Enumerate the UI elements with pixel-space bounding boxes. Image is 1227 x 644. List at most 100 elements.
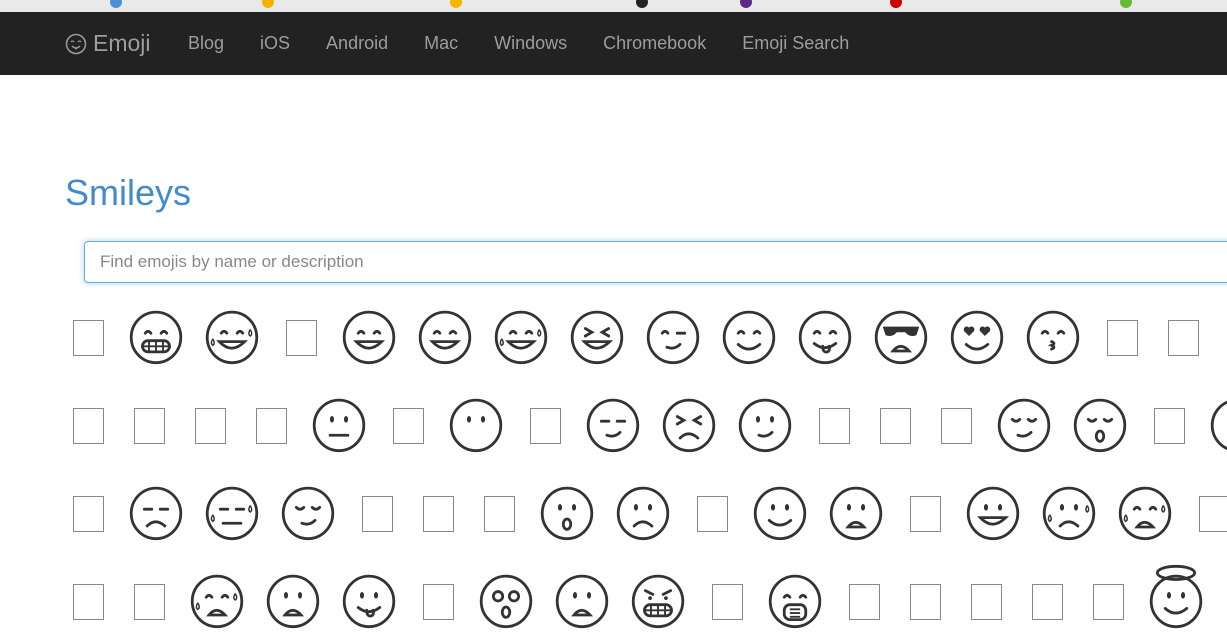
emoji-thinking-up[interactable] (736, 380, 812, 468)
emoji-sleepy[interactable] (1071, 380, 1147, 468)
emoji-kiss[interactable] (1024, 292, 1100, 380)
emoji-sweat-smile[interactable] (492, 292, 568, 380)
missing-glyph-box-icon (530, 408, 561, 444)
emoji-angry-teeth[interactable] (629, 556, 705, 644)
emoji-missing-glyph[interactable] (873, 380, 934, 468)
emoji-missing-glyph[interactable] (690, 468, 751, 556)
emoji-joy[interactable] (203, 292, 279, 380)
sweat-drop-face-icon (1210, 400, 1227, 451)
bookmark-icon[interactable] (1120, 0, 1132, 8)
emoji-sweat-drop[interactable] (1208, 380, 1227, 468)
emoji-unamused[interactable] (127, 468, 203, 556)
pensive-face-icon (281, 486, 335, 541)
emoji-missing-glyph[interactable] (1086, 556, 1147, 644)
emoji-missing-glyph[interactable] (279, 292, 340, 380)
emoji-missing-glyph[interactable] (127, 556, 188, 644)
nav-link-emoji-search[interactable]: Emoji Search (724, 33, 867, 54)
emoji-laughing[interactable] (568, 292, 644, 380)
bookmark-icon[interactable] (450, 0, 462, 8)
emoji-neutral[interactable] (310, 380, 386, 468)
emoji-missing-glyph[interactable] (1100, 292, 1161, 380)
emoji-missing-glyph[interactable] (188, 380, 249, 468)
grin-big-face-icon (966, 486, 1020, 541)
emoji-missing-glyph[interactable] (1025, 556, 1086, 644)
emoji-worried[interactable] (553, 556, 629, 644)
emoji-missing-glyph[interactable] (1147, 380, 1208, 468)
joy-face-icon (205, 310, 259, 365)
emoji-smile[interactable] (720, 292, 796, 380)
brand-link[interactable]: Emoji (65, 12, 151, 75)
missing-glyph-box-icon (697, 496, 728, 532)
emoji-missing-glyph[interactable] (66, 468, 127, 556)
emoji-missing-glyph[interactable] (477, 468, 538, 556)
emoji-dizzy[interactable] (477, 556, 553, 644)
emoji-missing-glyph[interactable] (1161, 292, 1222, 380)
emoji-smirk[interactable] (584, 380, 660, 468)
nav-link-windows[interactable]: Windows (476, 33, 585, 54)
emoji-yum[interactable] (796, 292, 872, 380)
nav-link-chromebook[interactable]: Chromebook (585, 33, 724, 54)
emoji-missing-glyph[interactable] (66, 556, 127, 644)
nav-link-ios[interactable]: iOS (242, 33, 308, 54)
emoji-missing-glyph[interactable] (416, 468, 477, 556)
scream-face-icon (190, 574, 244, 629)
emoji-grin-big[interactable] (964, 468, 1040, 556)
emoji-missing-glyph[interactable] (812, 380, 873, 468)
emoji-scream[interactable] (188, 556, 264, 644)
emoji-halo[interactable] (1147, 556, 1223, 644)
emoji-silly[interactable] (751, 468, 827, 556)
missing-glyph-box-icon (1154, 408, 1185, 444)
emoji-missing-glyph[interactable] (386, 380, 447, 468)
emoji-missing-glyph[interactable] (964, 556, 1025, 644)
emoji-cry[interactable] (1040, 468, 1116, 556)
emoji-missing-glyph[interactable] (903, 468, 964, 556)
angry-teeth-face-icon (631, 574, 685, 629)
emoji-heart-eyes[interactable] (948, 292, 1024, 380)
emoji-missing-glyph[interactable] (842, 556, 903, 644)
emoji-missing-glyph[interactable] (416, 556, 477, 644)
bookmark-icon[interactable] (636, 0, 648, 8)
emoji-no-mouth[interactable] (447, 380, 523, 468)
emoji-missing-glyph[interactable] (523, 380, 584, 468)
bookmark-icon[interactable] (110, 0, 122, 8)
emoji-grin-teeth[interactable] (127, 292, 203, 380)
emoji-pensive[interactable] (279, 468, 355, 556)
emoji-missing-glyph[interactable] (705, 556, 766, 644)
top-navbar: Emoji Blog iOS Android Mac Windows Chrom… (0, 12, 1227, 75)
nav-link-mac[interactable]: Mac (406, 33, 476, 54)
nav-link-android[interactable]: Android (308, 33, 406, 54)
emoji-missing-glyph[interactable] (66, 380, 127, 468)
emoji-fearful[interactable] (264, 556, 340, 644)
missing-glyph-box-icon (256, 408, 287, 444)
emoji-persevere[interactable] (660, 380, 736, 468)
emoji-missing-glyph[interactable] (934, 380, 995, 468)
emoji-frowning[interactable] (614, 468, 690, 556)
emoji-wink[interactable] (644, 292, 720, 380)
open-mouth-face-icon (540, 486, 594, 541)
nav-link-blog[interactable]: Blog (170, 33, 242, 54)
bookmark-icon[interactable] (890, 0, 902, 8)
emoji-missing-glyph[interactable] (127, 380, 188, 468)
emoji-sweat[interactable] (203, 468, 279, 556)
emoji-smile-open[interactable] (340, 292, 416, 380)
emoji-missing-glyph[interactable] (249, 380, 310, 468)
emoji-search-input[interactable] (84, 241, 1227, 283)
emoji-sunglasses[interactable] (872, 292, 948, 380)
emoji-tongue[interactable] (340, 556, 416, 644)
emoji-anguished[interactable] (827, 468, 903, 556)
emoji-missing-glyph[interactable] (1192, 468, 1227, 556)
emoji-open-mouth[interactable] (538, 468, 614, 556)
emoji-mask[interactable] (766, 556, 842, 644)
bookmark-icon[interactable] (262, 0, 274, 8)
sweat-smile-face-icon (494, 310, 548, 365)
missing-glyph-box-icon (910, 496, 941, 532)
emoji-relieved[interactable] (995, 380, 1071, 468)
emoji-missing-glyph[interactable] (66, 292, 127, 380)
emoji-missing-glyph[interactable] (903, 556, 964, 644)
nav-links: Blog iOS Android Mac Windows Chromebook … (170, 12, 867, 75)
emoji-smile-open[interactable] (416, 292, 492, 380)
emoji-sob[interactable] (1116, 468, 1192, 556)
emoji-row-3 (66, 468, 1227, 556)
bookmark-icon[interactable] (740, 0, 752, 8)
emoji-missing-glyph[interactable] (355, 468, 416, 556)
